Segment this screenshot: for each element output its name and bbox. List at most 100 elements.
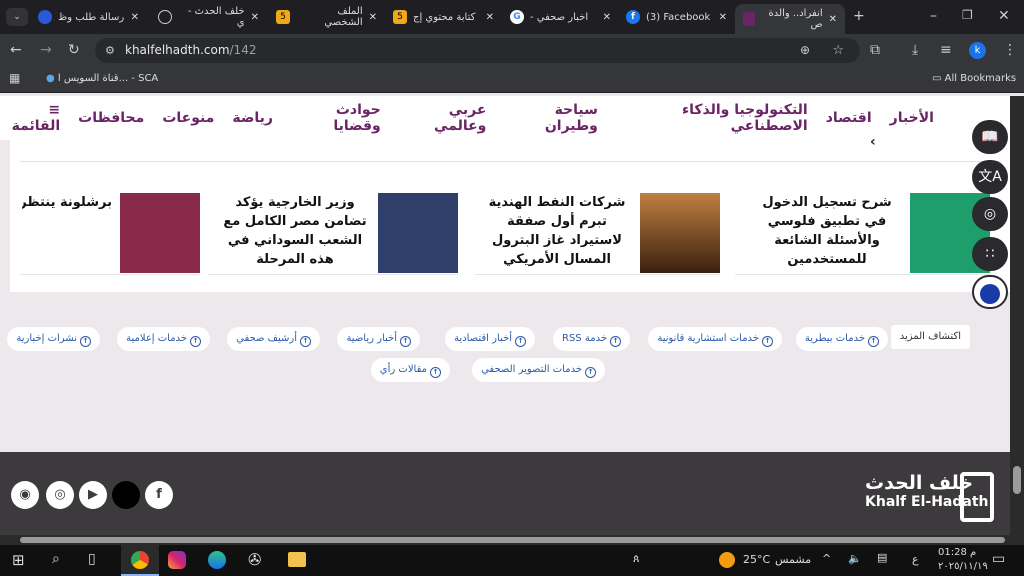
notifications-icon[interactable]: ▭: [992, 551, 1005, 567]
chip[interactable]: ↑أرشيف صحفي: [227, 327, 320, 351]
scroll-thumb[interactable]: [1013, 466, 1021, 494]
media-player-icon[interactable]: ✇: [248, 550, 261, 569]
news-card[interactable]: شرح تسجيل الدخول في تطبيق فلوسي والأسئلة…: [735, 193, 990, 275]
close-icon[interactable]: ✕: [719, 12, 727, 23]
chip[interactable]: ↑أخبار اقتصادية: [445, 327, 535, 351]
clock-date[interactable]: ٢٠٢٥/١١/١٩: [938, 561, 988, 572]
tab[interactable]: f (3) Facebook ✕: [618, 4, 735, 30]
carousel-prev-icon[interactable]: ‹: [870, 134, 876, 150]
tab-active[interactable]: ✕ انفراد.. والدة ص: [735, 4, 845, 34]
chip-label: خدمات إعلامية: [126, 333, 187, 344]
apps-grid-icon[interactable]: ∷: [972, 237, 1008, 271]
language-indicator[interactable]: ع: [912, 553, 919, 566]
news-card[interactable]: برشلونة ينتظر مجلس المدينة لملعبه التاري…: [20, 193, 200, 275]
menu-icon[interactable]: ⋮: [1003, 42, 1017, 58]
close-icon[interactable]: ✕: [829, 14, 837, 25]
profile-avatar[interactable]: k: [969, 42, 986, 59]
chip-label: خدمات استشارية قانونية: [657, 333, 759, 344]
file-explorer-icon[interactable]: [288, 552, 306, 567]
task-view-icon[interactable]: ▯: [88, 551, 96, 567]
vertical-scrollbar[interactable]: [1010, 96, 1024, 536]
instagram-taskbar-icon[interactable]: [168, 551, 186, 569]
tab[interactable]: ✕ رسالة طلب وظ: [30, 4, 147, 30]
people-icon[interactable]: ጰ: [633, 552, 640, 566]
chip[interactable]: ↑أخبار رياضية: [337, 327, 420, 351]
nav-item[interactable]: عربي وعالمي: [399, 102, 486, 134]
weather-temp[interactable]: 25°C: [743, 553, 770, 566]
close-icon[interactable]: ✕: [486, 12, 494, 23]
chrome-taskbar-icon[interactable]: [121, 545, 159, 576]
windows-start-icon[interactable]: ⊞: [12, 551, 25, 569]
forward-icon[interactable]: →: [40, 42, 52, 58]
site-logo[interactable]: خلف الحدث Khalf El-Hadath: [865, 472, 994, 522]
close-window-button[interactable]: ✕: [998, 8, 1010, 24]
translate-icon[interactable]: 文A: [972, 160, 1008, 194]
reload-icon[interactable]: ↻: [68, 42, 80, 58]
scroll-thumb[interactable]: [20, 537, 1005, 543]
address-bar[interactable]: ⚙ khalfelhadth.com/142 ⊕ ☆: [95, 38, 860, 63]
site-favicon: [38, 10, 52, 24]
x-twitter-icon[interactable]: [112, 481, 140, 509]
chip[interactable]: ↑خدمات بيطرية: [795, 327, 888, 351]
tab[interactable]: ✕ اخبار صحفي - G: [502, 4, 619, 30]
chip[interactable]: ↑مقالات رأي: [370, 358, 450, 382]
reading-list-icon[interactable]: ≡: [940, 42, 952, 58]
volume-icon[interactable]: 🔈: [848, 552, 862, 565]
nav-item[interactable]: حوادث وقضايا: [291, 102, 380, 134]
site-info-icon[interactable]: ⚙: [105, 38, 115, 63]
download-icon[interactable]: ⤓: [912, 42, 918, 58]
rss-icon[interactable]: ◉: [11, 481, 39, 509]
edge-taskbar-icon[interactable]: [208, 551, 226, 569]
news-title: شرح تسجيل الدخول في تطبيق فلوسي والأسئلة…: [762, 195, 892, 267]
arrow-icon: ↑: [868, 336, 879, 347]
new-tab-button[interactable]: +: [853, 8, 865, 24]
minimize-button[interactable]: –: [930, 8, 937, 24]
close-icon[interactable]: ✕: [369, 12, 377, 23]
clock-time[interactable]: 01:28 م: [938, 547, 976, 558]
assistant-icon[interactable]: [972, 275, 1008, 309]
zoom-icon[interactable]: ⊕: [800, 38, 810, 63]
facebook-icon[interactable]: f: [145, 481, 173, 509]
tab[interactable]: ✕ الملف الشخصي 5: [268, 4, 385, 30]
nav-item[interactable]: الأخبار: [890, 110, 934, 126]
bookmarks-bar: ▦ ● قناة السويس ا... - SCA ▭ All Bookmar…: [0, 67, 1024, 93]
chip[interactable]: ↑خدمات إعلامية: [117, 327, 210, 351]
nav-item[interactable]: سياحة وطيران: [504, 102, 598, 134]
back-icon[interactable]: ←: [10, 42, 22, 58]
chip[interactable]: ↑خدمة RSS: [553, 327, 630, 351]
divider: [20, 161, 1000, 162]
close-icon[interactable]: ✕: [603, 12, 611, 23]
close-icon[interactable]: ✕: [131, 12, 139, 23]
tab[interactable]: ✕ كتابة محتوي إج 5: [385, 4, 502, 30]
nav-item[interactable]: اقتصاد: [826, 110, 872, 126]
menu-button[interactable]: ≡ القائمة: [0, 102, 61, 134]
tab[interactable]: ✕ خلف الحدث - ي: [150, 4, 267, 30]
nav-item[interactable]: منوعات: [162, 110, 214, 126]
keyboard-icon[interactable]: ▤: [877, 551, 887, 564]
search-icon[interactable]: ⌕: [52, 551, 60, 567]
tab-search-button[interactable]: ⌄: [6, 8, 28, 26]
chip[interactable]: ↑خدمات التصوير الصحفي: [472, 358, 605, 382]
chip[interactable]: ↑خدمات استشارية قانونية: [648, 327, 782, 351]
weather-desc[interactable]: مشمس: [775, 553, 811, 566]
horizontal-scrollbar[interactable]: [0, 535, 1024, 545]
extensions-icon[interactable]: ⧉: [870, 42, 880, 58]
restore-button[interactable]: ❐: [962, 8, 973, 22]
apps-icon[interactable]: ▦: [9, 71, 20, 85]
bookmark-item[interactable]: ● قناة السويس ا... - SCA: [46, 73, 158, 84]
all-bookmarks-button[interactable]: ▭ All Bookmarks: [932, 73, 1016, 84]
nav-item[interactable]: محافظات: [78, 110, 144, 126]
arrow-icon: ↑: [762, 336, 773, 347]
chip[interactable]: ↑نشرات إخبارية: [7, 327, 100, 351]
news-card[interactable]: شركات النفط الهندية تبرم أول صفقة لاستير…: [475, 193, 720, 275]
close-icon[interactable]: ✕: [251, 12, 259, 23]
podcast-icon[interactable]: ◎: [972, 197, 1008, 231]
news-card[interactable]: وزير الخارجية يؤكد تضامن مصر الكامل مع ا…: [208, 193, 458, 275]
nav-item[interactable]: رياضة: [232, 110, 273, 126]
chevron-up-icon[interactable]: ^: [822, 552, 831, 565]
instagram-icon[interactable]: ◎: [46, 481, 74, 509]
youtube-icon[interactable]: ▶: [79, 481, 107, 509]
nav-item[interactable]: التكنولوجيا والذكاء الاصطناعي: [616, 102, 808, 134]
star-icon[interactable]: ☆: [832, 38, 844, 63]
reader-icon[interactable]: 📖: [972, 120, 1008, 154]
